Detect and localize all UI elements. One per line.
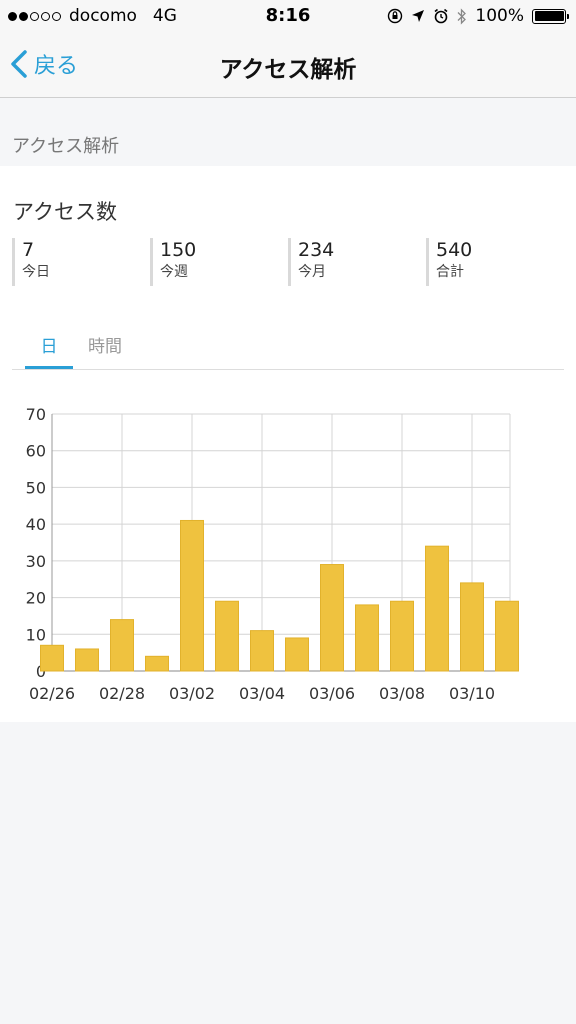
stat-value: 540 [436,239,473,261]
status-bar: docomo 4G 8:16 100% [0,0,576,34]
card-title: アクセス数 [13,200,117,224]
tab-day[interactable]: 日 [25,332,73,369]
y-tick-label: 20 [26,589,46,608]
orientation-lock-icon [388,8,403,24]
bar [320,564,344,672]
stat-label: 今月 [298,264,326,280]
x-tick-label: 02/26 [29,684,75,703]
tab-hour[interactable]: 時間 [88,332,122,357]
page-title: アクセス解析 [219,57,357,83]
stat-label: 今日 [22,264,50,280]
y-tick-label: 60 [26,442,46,461]
stat-this-week: 150 今週 [150,238,288,286]
y-tick-label: 40 [26,515,46,534]
x-tick-label: 03/10 [449,684,495,703]
y-tick-label: 10 [26,625,46,644]
bar [250,630,274,672]
stat-value: 150 [160,239,197,261]
y-tick-label: 50 [26,478,46,497]
x-tick-label: 02/28 [99,684,145,703]
stat-value: 234 [298,239,335,261]
stat-today: 7 今日 [12,238,150,286]
x-tick-label: 03/06 [309,684,355,703]
bar [145,655,169,672]
battery-icon [532,8,569,24]
y-tick-label: 70 [26,405,46,424]
navigation-bar: 戻る アクセス解析 [0,34,576,98]
tab-bar: 日 時間 [12,322,564,370]
battery-percent: 100% [475,6,524,26]
stat-label: 合計 [436,264,464,280]
location-arrow-icon [412,10,425,22]
bar [40,644,64,672]
x-tick-label: 03/08 [379,684,425,703]
x-tick-label: 03/02 [169,684,215,703]
bar [495,600,519,672]
access-count-card: アクセス数 7 今日 150 今週 234 今月 540 合計 日 時間 0 10… [0,166,576,722]
x-tick-label: 03/04 [239,684,285,703]
bar [355,604,379,672]
stats-row: 7 今日 150 今週 234 今月 540 合計 [12,238,564,286]
alarm-icon [434,8,448,24]
bar [285,637,309,672]
stat-label: 今週 [160,264,188,280]
y-tick-label: 30 [26,552,46,571]
bar [180,519,204,672]
stat-total: 540 合計 [426,238,564,286]
access-bar-chart: 01020304050607002/26 02/28 03/02 03/04 03/06… [26,405,519,703]
stat-value: 7 [22,239,35,261]
bar [425,545,449,672]
section-header: アクセス解析 [12,136,120,157]
bluetooth-icon [457,7,467,25]
bar [75,648,99,672]
bar [110,619,134,672]
bar [215,600,239,672]
bar [460,582,484,672]
bar [390,600,414,672]
stat-this-month: 234 今月 [288,238,426,286]
